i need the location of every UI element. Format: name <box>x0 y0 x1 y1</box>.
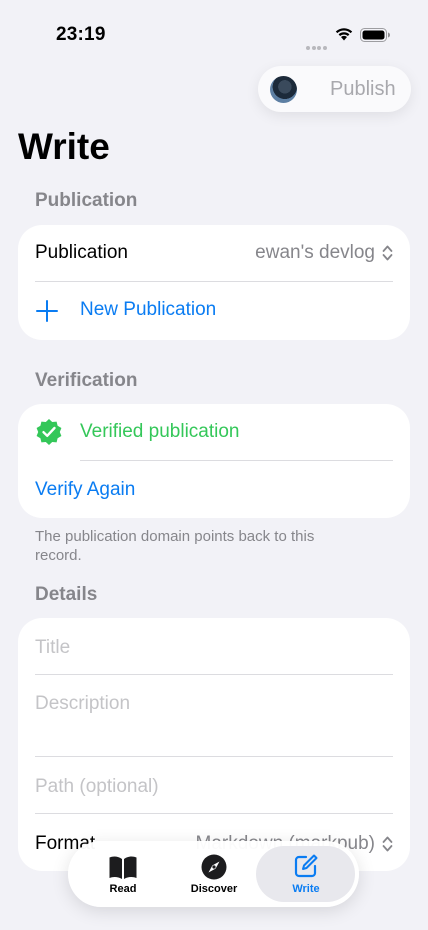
tab-discover[interactable]: Discover <box>168 841 260 907</box>
tab-write[interactable]: Write <box>258 841 354 907</box>
page-title: Write <box>18 126 110 167</box>
publish-pill: Publish <box>258 66 411 112</box>
details-card: Title Description Path (optional) Format… <box>18 618 410 871</box>
publication-value: ewan's devlog <box>255 242 375 263</box>
compose-icon <box>294 854 318 878</box>
chevron-up-down-icon <box>382 245 393 261</box>
verification-footer: The publication domain points back to th… <box>35 528 315 564</box>
divider <box>35 281 393 282</box>
verified-badge-icon <box>36 419 62 445</box>
wifi-icon <box>335 28 353 41</box>
publication-label: Publication <box>35 242 128 263</box>
verify-again-button[interactable]: Verify Again <box>35 479 393 501</box>
divider <box>80 460 393 461</box>
avatar[interactable] <box>270 76 297 103</box>
title-field[interactable]: Title <box>35 637 393 659</box>
verification-card: Verified publication Verify Again <box>18 404 410 518</box>
tab-read-label: Read <box>109 883 137 895</box>
cellular-signal-icon <box>306 37 328 50</box>
book-icon <box>109 856 137 879</box>
publish-button[interactable]: Publish <box>330 78 396 101</box>
tab-bar: Read Discover Write <box>68 841 359 907</box>
divider <box>35 813 393 814</box>
path-field[interactable]: Path (optional) <box>35 776 393 798</box>
verification-section-header: Verification <box>35 370 138 391</box>
divider <box>35 674 393 675</box>
publication-card: Publication ewan's devlog New Publicatio… <box>18 225 410 340</box>
status-bar: 23:19 <box>0 0 428 60</box>
tab-write-label: Write <box>292 883 320 895</box>
compass-icon <box>201 854 227 880</box>
battery-icon <box>360 28 390 42</box>
plus-icon <box>36 300 58 322</box>
publication-section-header: Publication <box>35 190 138 211</box>
tab-discover-label: Discover <box>190 883 238 895</box>
status-time: 23:19 <box>56 24 106 45</box>
verified-status-label: Verified publication <box>80 421 240 442</box>
chevron-up-down-icon <box>382 836 393 852</box>
details-section-header: Details <box>35 584 98 605</box>
description-field[interactable]: Description <box>35 693 393 753</box>
divider <box>35 756 393 757</box>
tab-read[interactable]: Read <box>76 841 170 907</box>
new-publication-label: New Publication <box>80 299 217 320</box>
publication-picker[interactable]: Publication ewan's devlog <box>35 242 393 264</box>
